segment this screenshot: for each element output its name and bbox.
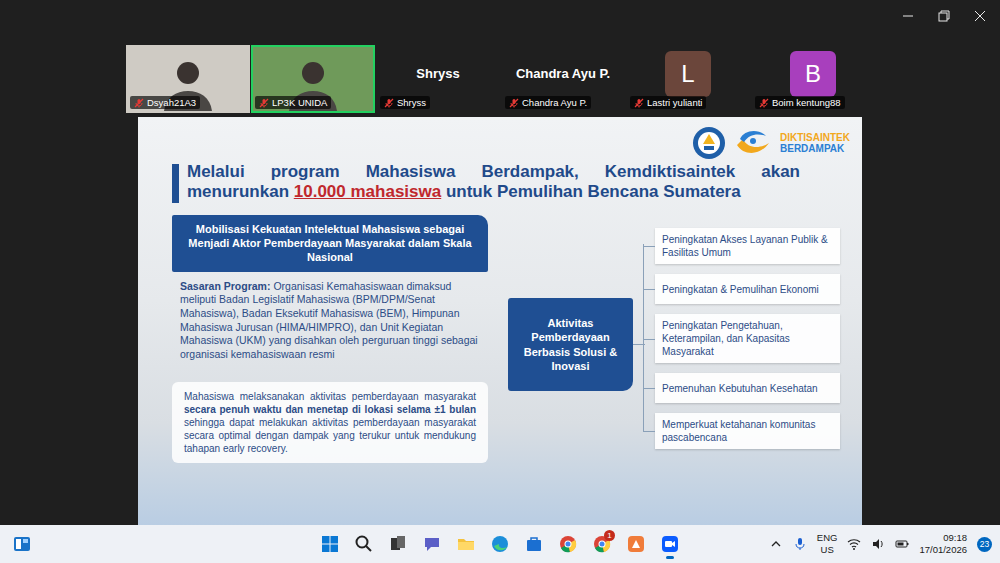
search-icon: [354, 534, 374, 554]
participant-label: LP3K UNIDA: [255, 96, 331, 109]
slide-title-row: Melalui program Mahasiswa Berdampak, Kem…: [172, 162, 850, 203]
participant-avatar: L: [665, 51, 711, 97]
participant-label: Shryss: [380, 96, 430, 109]
chevron-up-icon: [769, 537, 783, 551]
participant-label: Lastri yulianti: [630, 96, 706, 109]
taskbar: 1 ENGUS 09:1817/01/2026 23: [0, 525, 1000, 563]
muted-mic-icon: [759, 98, 769, 108]
zoom-icon: [660, 534, 680, 554]
activity-item: Memperkuat ketahanan komunitas pascabenc…: [655, 413, 840, 449]
program-column: Mobilisasi Kekuatan Intelektual Mahasisw…: [172, 215, 488, 463]
slide-logos: DIKTISAINTEKBERDAMPAK: [172, 124, 850, 162]
slide-title: Melalui program Mahasiswa Berdampak, Kem…: [187, 162, 800, 203]
ministry-emblem-icon: [692, 126, 726, 160]
taskbar-apps: 1: [316, 528, 684, 560]
taskbar-app[interactable]: 1: [588, 528, 616, 560]
taskview-icon: [388, 534, 408, 554]
store-icon: [524, 534, 544, 554]
taskbar-app[interactable]: [350, 528, 378, 560]
muted-mic-icon: [384, 98, 394, 108]
taskbar-app[interactable]: [452, 528, 480, 560]
muted-mic-icon: [634, 98, 644, 108]
notification-badge[interactable]: 23: [977, 537, 992, 552]
activity-item: Pemenuhan Kebutuhan Kesehatan: [655, 373, 840, 403]
activity-list: Peningkatan Akses Layanan Publik & Fasil…: [655, 228, 840, 449]
taskbar-app[interactable]: [554, 528, 582, 560]
participant-tile[interactable]: LP3K UNIDA: [251, 45, 375, 113]
volume-icon: [871, 537, 885, 551]
system-tray: ENGUS 09:1817/01/2026 23: [684, 532, 1000, 556]
participant-tile[interactable]: Shryss Shryss: [376, 45, 500, 113]
chat-icon: [422, 534, 442, 554]
program-target: Sasaran Program: Organisasi Kemahasiswaa…: [172, 280, 488, 362]
participant-tile[interactable]: LLastri yulianti: [626, 45, 750, 113]
participant-tile[interactable]: Dsyah21A3: [126, 45, 250, 113]
diktisaintek-logo-icon: [734, 127, 772, 159]
muted-mic-icon: [259, 98, 269, 108]
minimize-icon: [902, 10, 914, 22]
participant-label: Chandra Ayu P.: [505, 96, 591, 109]
widgets-icon[interactable]: [12, 534, 32, 554]
wifi-icon: [847, 537, 861, 551]
activity-center-box: Aktivitas Pemberdayaan Berbasis Solusi &…: [508, 298, 633, 391]
taskbar-app[interactable]: [622, 528, 650, 560]
taskbar-app[interactable]: [384, 528, 412, 560]
activity-item: Peningkatan Akses Layanan Publik & Fasil…: [655, 228, 840, 264]
restore-button[interactable]: [926, 0, 962, 32]
orange-app-icon: [626, 534, 646, 554]
muted-mic-icon: [509, 98, 519, 108]
participant-display-name: Chandra Ayu P.: [516, 66, 610, 81]
participant-display-name: Shryss: [416, 66, 459, 81]
window-title-bar: [0, 0, 1000, 32]
taskbar-app[interactable]: [486, 528, 514, 560]
slide-body: Mobilisasi Kekuatan Intelektual Mahasisw…: [172, 215, 850, 463]
chrome-icon: [558, 534, 578, 554]
app-badge: 1: [604, 530, 615, 541]
participant-tile[interactable]: Chandra Ayu P. Chandra Ayu P.: [501, 45, 625, 113]
microphone-icon: [793, 537, 807, 551]
battery-icon: [895, 537, 909, 551]
taskbar-app[interactable]: [656, 528, 684, 560]
close-button[interactable]: [962, 0, 998, 32]
participant-label: Dsyah21A3: [130, 96, 200, 109]
participant-tile[interactable]: BBoim kentung88: [751, 45, 875, 113]
close-icon: [974, 10, 986, 22]
zoom-meeting-screen: Dsyah21A3 LP3K UNIDA Shryss Shryss Chandra A…: [0, 0, 1000, 563]
program-header: Mobilisasi Kekuatan Intelektual Mahasisw…: [172, 215, 488, 272]
start-icon: [320, 534, 340, 554]
edge-icon: [490, 534, 510, 554]
shared-slide: DIKTISAINTEKBERDAMPAK Melalui program Mah…: [138, 117, 862, 525]
minimize-button[interactable]: [890, 0, 926, 32]
title-accent-bar: [172, 164, 179, 203]
input-language[interactable]: ENGUS: [817, 532, 838, 556]
participant-label: Boim kentung88: [755, 96, 845, 109]
participant-avatar: B: [790, 51, 836, 97]
taskbar-app[interactable]: [316, 528, 344, 560]
explorer-icon: [456, 534, 476, 554]
activity-item: Peningkatan & Pemulihan Ekonomi: [655, 274, 840, 304]
taskbar-app[interactable]: [520, 528, 548, 560]
logo-text: DIKTISAINTEKBERDAMPAK: [780, 132, 850, 155]
activity-item: Peningkatan Pengetahuan, Keterampilan, d…: [655, 314, 840, 363]
program-note: Mahasiswa melaksanakan aktivitas pemberd…: [172, 382, 488, 463]
restore-icon: [938, 10, 950, 22]
taskbar-app[interactable]: [418, 528, 446, 560]
muted-mic-icon: [134, 98, 144, 108]
clock[interactable]: 09:1817/01/2026: [919, 532, 967, 556]
participant-strip: Dsyah21A3 LP3K UNIDA Shryss Shryss Chandra A…: [126, 45, 1000, 113]
